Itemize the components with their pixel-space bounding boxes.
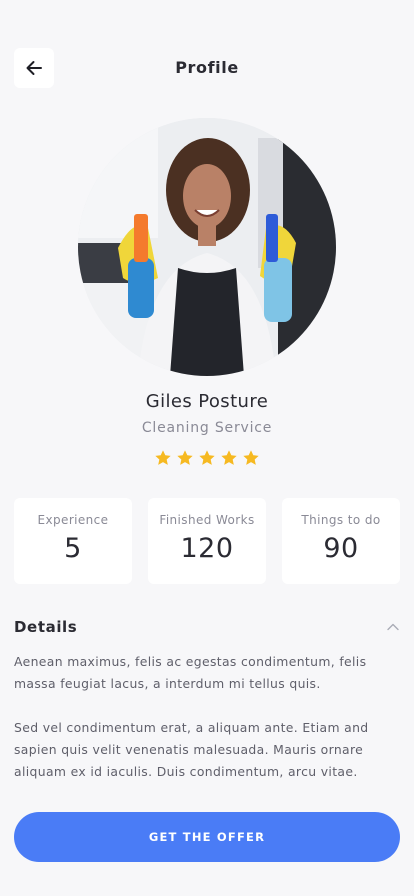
- header: Profile: [0, 0, 414, 120]
- stat-value: 5: [64, 533, 82, 564]
- stat-label: Things to do: [301, 513, 381, 527]
- profile-photo: [78, 118, 336, 376]
- profile-role: Cleaning Service: [141, 420, 273, 436]
- stat-value: 120: [180, 533, 234, 564]
- avatar: [78, 118, 336, 376]
- stat-card-things-to-do: Things to do 90: [282, 498, 400, 584]
- stat-label: Finished Works: [159, 513, 255, 527]
- profile-name: Giles Posture: [145, 391, 269, 412]
- stats-row: Experience 5 Finished Works 120 Things t…: [14, 498, 400, 584]
- details-title: Details: [14, 618, 78, 636]
- stat-label: Experience: [37, 513, 109, 527]
- star-icon: [177, 450, 193, 465]
- get-the-offer-button[interactable]: GET THE OFFER: [14, 812, 400, 862]
- chevron-up-icon[interactable]: [386, 620, 400, 634]
- star-icon: [199, 450, 215, 465]
- stat-card-finished-works: Finished Works 120: [148, 498, 266, 584]
- star-icon: [221, 450, 237, 465]
- rating-stars: [0, 449, 414, 467]
- star-icon: [155, 450, 171, 465]
- details-header[interactable]: Details: [14, 616, 400, 640]
- page-title: Profile: [175, 58, 239, 77]
- details-paragraph: Sed vel condimentum erat, a aliquam ante…: [14, 720, 369, 779]
- star-icon: [243, 450, 259, 465]
- stat-value: 90: [323, 533, 359, 564]
- stat-card-experience: Experience 5: [14, 498, 132, 584]
- details-paragraph: Aenean maximus, felis ac egestas condime…: [14, 654, 367, 691]
